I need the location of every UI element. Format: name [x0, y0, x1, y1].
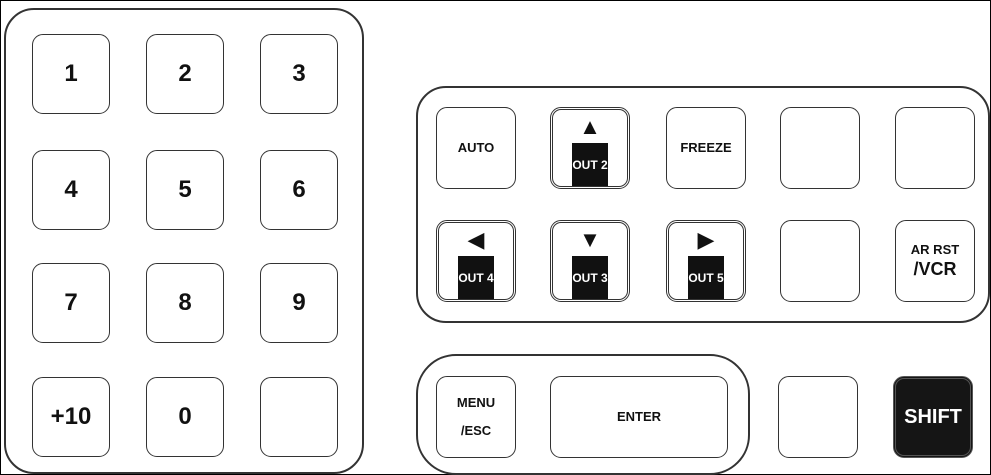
left-arrow-icon: ◀ — [467, 226, 485, 252]
key-4[interactable]: 4 — [32, 150, 110, 230]
key-9[interactable]: 9 — [260, 263, 338, 343]
up-out2-button[interactable]: ▲ OUT 2 — [550, 107, 630, 189]
menu-label: MENU — [456, 394, 496, 410]
blank-key[interactable] — [780, 107, 860, 189]
key-0[interactable]: 0 — [146, 377, 224, 457]
ar-rst-vcr-button[interactable]: AR RST /VCR — [895, 220, 975, 302]
blank-key[interactable] — [895, 107, 975, 189]
key-7[interactable]: 7 — [32, 263, 110, 343]
key-plus10[interactable]: +10 — [32, 377, 110, 457]
esc-label: /ESC — [460, 423, 492, 438]
key-1[interactable]: 1 — [32, 34, 110, 114]
menu-esc-button[interactable]: MENU /ESC — [436, 376, 516, 458]
blank-key[interactable] — [780, 220, 860, 302]
down-arrow-icon: ▼ — [579, 226, 601, 252]
key-6[interactable]: 6 — [260, 150, 338, 230]
freeze-button[interactable]: FREEZE — [666, 107, 746, 189]
ar-rst-label: AR RST — [910, 242, 960, 257]
blank-key[interactable] — [260, 377, 338, 457]
key-8[interactable]: 8 — [146, 263, 224, 343]
enter-button[interactable]: ENTER — [550, 376, 728, 458]
left-out-label: OUT 4 — [458, 270, 494, 285]
up-arrow-icon: ▲ — [579, 113, 601, 139]
left-out4-button[interactable]: ◀ OUT 4 — [436, 220, 516, 302]
right-out-label: OUT 5 — [688, 270, 724, 285]
auto-button[interactable]: AUTO — [436, 107, 516, 189]
right-arrow-icon: ▶ — [697, 226, 715, 252]
key-3[interactable]: 3 — [260, 34, 338, 114]
blank-key[interactable] — [778, 376, 858, 458]
right-out5-button[interactable]: ▶ OUT 5 — [666, 220, 746, 302]
key-5[interactable]: 5 — [146, 150, 224, 230]
vcr-label: /VCR — [913, 259, 957, 279]
shift-button[interactable]: SHIFT — [893, 376, 973, 458]
down-out3-button[interactable]: ▼ OUT 3 — [550, 220, 630, 302]
up-out-label: OUT 2 — [572, 157, 608, 172]
key-2[interactable]: 2 — [146, 34, 224, 114]
down-out-label: OUT 3 — [572, 270, 608, 285]
